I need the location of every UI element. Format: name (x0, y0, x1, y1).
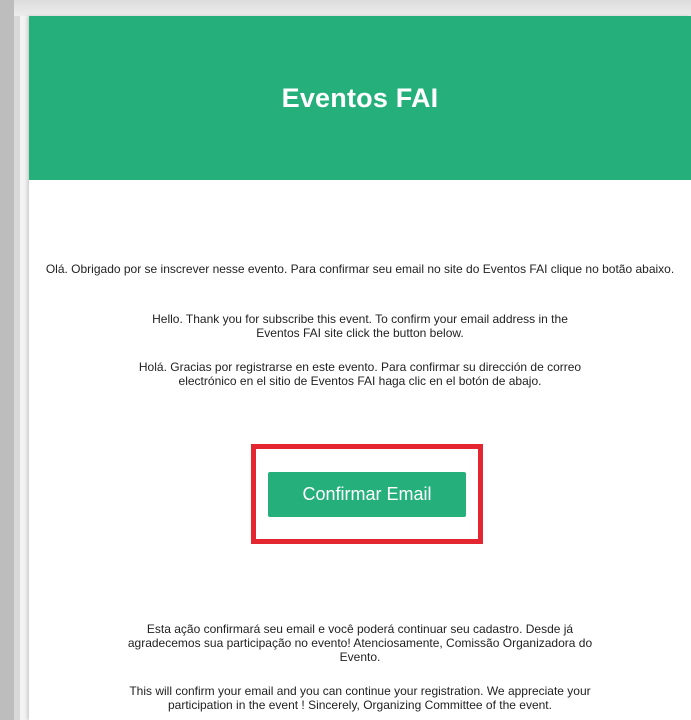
message-portuguese: Olá. Obrigado por se inscrever nesse eve… (29, 262, 691, 276)
confirm-email-button[interactable]: Confirmar Email (268, 472, 466, 517)
message-spanish-text: Holá. Gracias por registrarse en este ev… (138, 360, 582, 388)
footer-english-text: This will confirm your email and you can… (129, 684, 591, 712)
message-spanish: Holá. Gracias por registrarse en este ev… (113, 360, 607, 388)
footer-portuguese: Esta ação confirmará seu email e você po… (113, 622, 607, 664)
confirm-button-highlight: Confirmar Email (251, 444, 483, 544)
window-left-border (14, 0, 20, 720)
footer-portuguese-text: Esta ação confirmará seu email e você po… (127, 622, 593, 664)
message-english-text: Hello. Thank you for subscribe this even… (152, 312, 568, 340)
footer-english: This will confirm your email and you can… (113, 684, 607, 712)
message-portuguese-text: Olá. Obrigado por se inscrever nesse eve… (45, 262, 675, 276)
header-title: Eventos FAI (281, 82, 439, 113)
screenshot-frame: Eventos FAI Olá. Obrigado por se inscrev… (0, 0, 691, 720)
window-top-edge (14, 0, 691, 16)
message-english: Hello. Thank you for subscribe this even… (148, 312, 572, 340)
window-left-edge (0, 0, 14, 720)
email-header: Eventos FAI (29, 16, 691, 180)
email-body: Eventos FAI Olá. Obrigado por se inscrev… (29, 16, 691, 720)
